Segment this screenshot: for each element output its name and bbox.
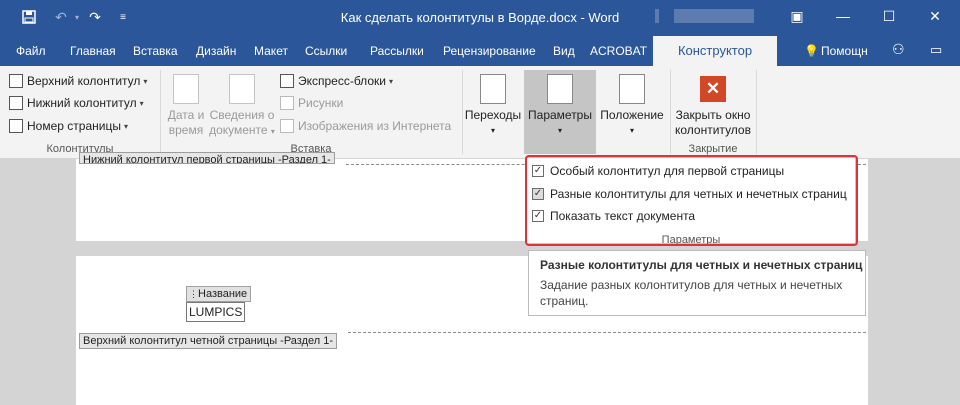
add-user-icon[interactable]: ⚇ (892, 41, 905, 58)
tab-file[interactable]: Файл (16, 44, 46, 58)
document-info-label-1: Сведения о (209, 108, 275, 122)
date-time-label-2: время (168, 123, 204, 137)
navigation-button[interactable]: Переходы ▾ (464, 74, 522, 138)
footer-button[interactable]: Нижний колонтитул ▾ (9, 96, 144, 110)
header-even-page-label: Верхний колонтитул четной страницы -Разд… (79, 333, 338, 349)
chevron-down-icon: ▾ (388, 76, 393, 86)
tab-review[interactable]: Рецензирование (443, 44, 536, 58)
vertical-scrollbar[interactable] (943, 159, 960, 405)
tab-mailings[interactable]: Рассылки (370, 44, 424, 58)
close-button[interactable]: ✕ (912, 0, 958, 32)
tab-acrobat[interactable]: ACROBAT (590, 44, 647, 58)
maximize-button[interactable]: ☐ (866, 0, 912, 32)
pictures-icon (280, 96, 294, 110)
group-separator (462, 70, 463, 154)
header-boundary-line (348, 332, 866, 333)
group-separator (756, 70, 757, 154)
navigation-icon (480, 74, 506, 104)
document-info-icon (229, 74, 255, 104)
quick-parts-button[interactable]: Экспресс-блоки ▾ (280, 74, 393, 88)
online-pictures-label: Изображения из Интернета (298, 119, 452, 133)
ribbon-tabs: Файл Главная Вставка Дизайн Макет Ссылки… (0, 36, 960, 66)
title-field-value[interactable]: LUMPICS (186, 302, 246, 322)
quick-parts-icon (280, 74, 294, 88)
help-lightbulb-icon[interactable]: 💡 (804, 44, 819, 58)
redacted-area (655, 9, 659, 23)
chevron-down-icon: ▾ (490, 126, 495, 135)
tab-insert[interactable]: Вставка (133, 44, 178, 58)
quick-parts-label: Экспресс-блоки (298, 74, 386, 88)
chevron-down-icon: ▾ (123, 121, 128, 131)
chevron-down-icon: ▾ (557, 126, 562, 135)
comments-icon[interactable]: ▭ (930, 42, 942, 58)
calendar-icon (173, 74, 199, 104)
page-number-icon (9, 119, 23, 133)
close-icon: ✕ (700, 76, 726, 102)
highlight-frame (525, 155, 858, 246)
close-header-footer-label-1: Закрыть окно (675, 108, 751, 122)
online-pictures-icon (280, 119, 294, 133)
options-button[interactable]: Параметры ▾ (524, 74, 596, 138)
tab-design[interactable]: Дизайн (196, 44, 236, 58)
group-separator (160, 70, 161, 154)
footer-icon (9, 96, 23, 110)
header-label: Верхний колонтитул (27, 74, 141, 88)
header-icon (9, 74, 23, 88)
title-bar: ↶ ▾ ↷ ≡ Как сделать колонтитулы в Ворде.… (0, 0, 960, 36)
pictures-label: Рисунки (298, 96, 344, 110)
close-header-footer-label-2: колонтитулов (675, 123, 751, 137)
group-label-close: Закрытие (688, 143, 738, 155)
document-info-label-2: документе ▾ (209, 123, 275, 137)
page-number-label: Номер страницы (27, 119, 121, 133)
close-header-footer-button[interactable]: ✕ Закрыть окно колонтитулов (670, 76, 756, 138)
chevron-down-icon: ▾ (629, 126, 634, 135)
footer-label: Нижний колонтитул (27, 96, 137, 110)
options-icon (547, 74, 573, 104)
footer-first-page-label: Нижний колонтитул первой страницы -Разде… (79, 152, 335, 164)
title-field-tag[interactable]: ⋮Название (186, 286, 252, 302)
date-time-button[interactable]: Дата и время (164, 74, 208, 138)
tell-me-search[interactable]: Помощн (821, 44, 868, 58)
chevron-down-icon: ▾ (139, 98, 144, 108)
tab-header-footer-design[interactable]: Конструктор (653, 36, 777, 66)
document-info-button[interactable]: Сведения о документе ▾ (208, 74, 276, 139)
pictures-button[interactable]: Рисунки (280, 96, 343, 110)
tooltip-title: Разные колонтитулы для четных и нечетных… (540, 258, 863, 272)
date-time-label-1: Дата и (167, 108, 205, 122)
options-label: Параметры (528, 108, 592, 122)
tab-references[interactable]: Ссылки (305, 44, 347, 58)
header-button[interactable]: Верхний колонтитул ▾ (9, 74, 147, 88)
position-label: Положение (600, 108, 664, 122)
online-pictures-button[interactable]: Изображения из Интернета (280, 119, 451, 133)
ribbon-display-options-icon[interactable]: ▣ (774, 0, 820, 32)
navigation-label: Переходы (464, 108, 522, 122)
chevron-down-icon: ▾ (143, 76, 148, 86)
tab-home[interactable]: Главная (70, 44, 116, 58)
redacted-area (674, 9, 754, 23)
title-field-tag-label: Название (198, 288, 248, 300)
minimize-button[interactable]: — (820, 0, 866, 32)
position-icon (619, 74, 645, 104)
tab-view[interactable]: Вид (553, 44, 575, 58)
page-number-button[interactable]: Номер страницы ▾ (9, 119, 128, 133)
tab-layout[interactable]: Макет (254, 44, 288, 58)
position-button[interactable]: Положение ▾ (598, 74, 666, 138)
drag-handle-icon: ⋮ (189, 289, 198, 299)
tooltip-description: Задание разных колонтитулов для четных и… (540, 278, 843, 308)
